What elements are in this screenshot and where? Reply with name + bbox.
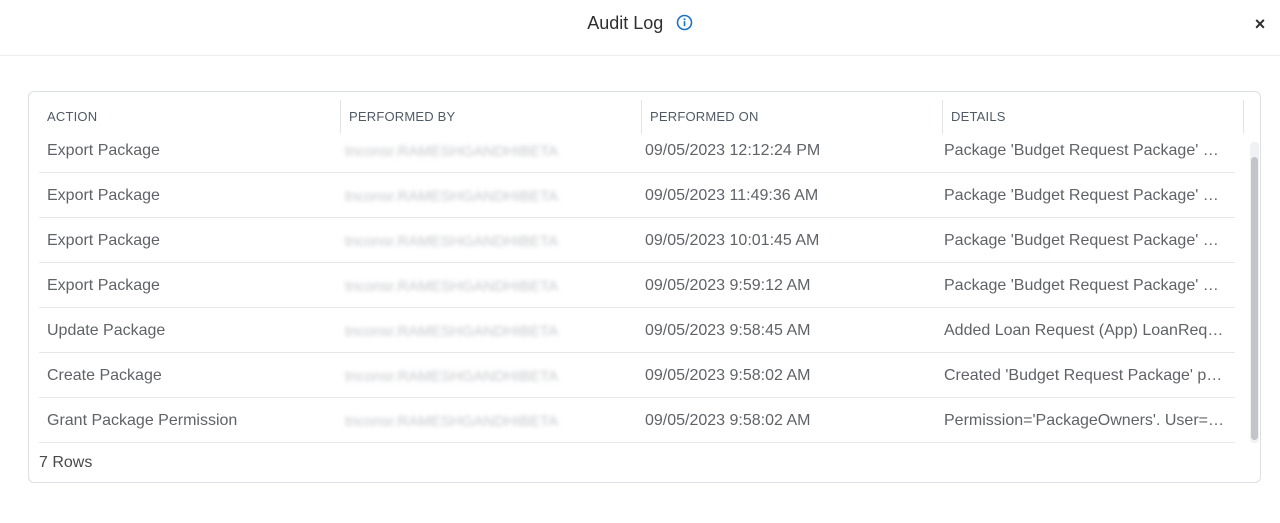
cell-performed-on: 09/05/2023 9:58:45 AM — [645, 322, 811, 339]
cell-details: Permission='PackageOwners'. User='n... — [944, 412, 1225, 429]
cell-action: Export Package — [47, 187, 160, 204]
cell-performed-on: 09/05/2023 9:58:02 AM — [645, 412, 811, 429]
table-row[interactable]: Export Package tnconsr.RAMESHGANDHIBETA … — [39, 263, 1235, 308]
column-divider — [1243, 100, 1244, 134]
cell-performed-by: tnconsr.RAMESHGANDHIBETA — [345, 368, 559, 385]
cell-performed-on: 09/05/2023 9:59:12 AM — [645, 277, 811, 294]
cell-performed-by: tnconsr.RAMESHGANDHIBETA — [345, 278, 559, 295]
info-icon[interactable] — [676, 14, 693, 31]
cell-action: Export Package — [47, 277, 160, 294]
cell-performed-by: tnconsr.RAMESHGANDHIBETA — [345, 143, 559, 160]
column-header-performed-on[interactable]: PERFORMED ON — [641, 100, 942, 134]
row-count: 7 Rows — [39, 454, 93, 471]
close-icon: × — [1254, 14, 1266, 34]
cell-details: Package 'Budget Request Package' ve... — [944, 277, 1225, 294]
cell-performed-by: tnconsr.RAMESHGANDHIBETA — [345, 188, 559, 205]
cell-details: Added Loan Request (App) LoanRequ... — [944, 322, 1225, 339]
cell-performed-by: tnconsr.RAMESHGANDHIBETA — [345, 323, 559, 340]
cell-details: Package 'Budget Request Package' ve... — [944, 187, 1225, 204]
dialog-title: Audit Log — [587, 13, 664, 33]
close-button[interactable]: × — [1252, 14, 1268, 34]
cell-action: Export Package — [47, 142, 160, 159]
scrollbar-thumb[interactable] — [1251, 157, 1258, 440]
column-header-details[interactable]: DETAILS — [942, 100, 1243, 134]
table-row[interactable]: Update Package tnconsr.RAMESHGANDHIBETA … — [39, 308, 1235, 353]
table-row[interactable]: Export Package tnconsr.RAMESHGANDHIBETA … — [39, 173, 1235, 218]
table-row[interactable]: Export Package tnconsr.RAMESHGANDHIBETA … — [39, 141, 1235, 173]
cell-performed-on: 09/05/2023 12:12:24 PM — [645, 142, 821, 159]
cell-action: Update Package — [47, 322, 166, 339]
vertical-scrollbar[interactable] — [1250, 142, 1259, 443]
cell-performed-on: 09/05/2023 9:58:02 AM — [645, 367, 811, 384]
cell-action: Export Package — [47, 232, 160, 249]
cell-performed-on: 09/05/2023 11:49:36 AM — [645, 187, 819, 204]
column-header-action[interactable]: ACTION — [39, 100, 340, 134]
table-header: ACTION PERFORMED BY PERFORMED ON DETAILS — [39, 100, 1245, 134]
table-row[interactable]: Grant Package Permission tnconsr.RAMESHG… — [39, 398, 1235, 443]
audit-log-table-panel: ACTION PERFORMED BY PERFORMED ON DETAILS… — [28, 91, 1261, 483]
dialog-header: Audit Log × — [0, 0, 1280, 56]
cell-performed-by: tnconsr.RAMESHGANDHIBETA — [345, 413, 559, 430]
cell-performed-on: 09/05/2023 10:01:45 AM — [645, 232, 820, 249]
cell-performed-by: tnconsr.RAMESHGANDHIBETA — [345, 233, 559, 250]
table-row[interactable]: Create Package tnconsr.RAMESHGANDHIBETA … — [39, 353, 1235, 398]
table-row[interactable]: Export Package tnconsr.RAMESHGANDHIBETA … — [39, 218, 1235, 263]
cell-details: Package 'Budget Request Package' ve... — [944, 142, 1225, 159]
cell-action: Grant Package Permission — [47, 412, 238, 429]
title-bar: Audit Log — [0, 13, 1280, 34]
column-header-performed-by[interactable]: PERFORMED BY — [340, 100, 641, 134]
cell-details: Package 'Budget Request Package' ve... — [944, 232, 1225, 249]
table-body: Export Package tnconsr.RAMESHGANDHIBETA … — [39, 141, 1235, 443]
cell-action: Create Package — [47, 367, 162, 384]
cell-details: Created 'Budget Request Package' pa... — [944, 367, 1225, 384]
